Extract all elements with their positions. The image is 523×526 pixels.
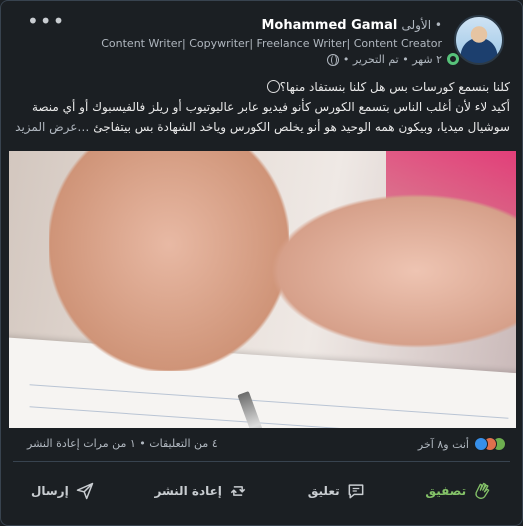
post-image[interactable] [9, 151, 516, 428]
comment-icon [348, 484, 364, 499]
clap-icon [475, 482, 490, 499]
clap-button[interactable]: تصفيق [415, 475, 502, 507]
more-options-icon[interactable]: ••• [27, 9, 65, 33]
avatar[interactable] [454, 15, 504, 65]
repost-label: إعادة النشر [154, 484, 222, 498]
post-text-line-3: سوشيال ميديا، وبيكون همه الوحيد هو أنو ي… [93, 120, 510, 134]
post-text: كلنا بنسمع كورسات بس هل كلنا بنستفاد منه… [15, 77, 510, 137]
author-name-line: • الأولى Mohammed Gamal [101, 17, 442, 34]
image-resting-hand [266, 191, 516, 351]
comment-label: تعليق [307, 484, 340, 498]
repost-icon [230, 486, 246, 496]
comment-button[interactable]: تعليق [298, 475, 376, 507]
divider [13, 461, 510, 462]
image-writing-hand [49, 151, 289, 371]
post-meta: ٢ شهر • تم التحرير • [101, 53, 442, 66]
post-card: ••• • الأولى Mohammed Gamal Content Writ… [0, 0, 523, 526]
post-text-line-2: أكيد لاء لأن أغلب الناس بتسمع الكورس كأن… [31, 100, 510, 114]
reactions-summary[interactable]: أنت و٨ آخر [418, 437, 506, 451]
send-icon [76, 482, 93, 500]
post-text-line-1: كلنا بنسمع كورسات بس هل كلنا بنستفاد منه… [279, 80, 510, 94]
connection-degree: • الأولى [401, 18, 442, 32]
send-label: إرسال [30, 484, 69, 498]
repost-button[interactable]: إعادة النشر [144, 475, 257, 507]
globe-icon [326, 53, 339, 66]
clap-label: تصفيق [425, 484, 467, 498]
action-bar: تصفيق تعليق إعادة النشر إرسال [1, 471, 522, 511]
comments-reposts-count[interactable]: ٤ من التعليقات • ١ من مرات إعادة النشر [27, 437, 218, 450]
author-block: • الأولى Mohammed Gamal Content Writer| … [101, 17, 442, 66]
post-time: ٢ شهر • تم التحرير • [342, 53, 442, 66]
sad-face-icon [266, 80, 280, 93]
send-button[interactable]: إرسال [21, 475, 105, 507]
online-status-icon [447, 53, 459, 65]
engagement-counts: ٤ من التعليقات • ١ من مرات إعادة النشر أ… [1, 437, 522, 455]
see-more-link[interactable]: …عرض المزيد [15, 120, 89, 134]
reactions-text: أنت و٨ آخر [417, 437, 469, 451]
author-headline: Content Writer| Copywriter| Freelance Wr… [101, 37, 442, 50]
like-reaction-icon [474, 437, 488, 451]
author-name[interactable]: Mohammed Gamal [261, 18, 397, 33]
